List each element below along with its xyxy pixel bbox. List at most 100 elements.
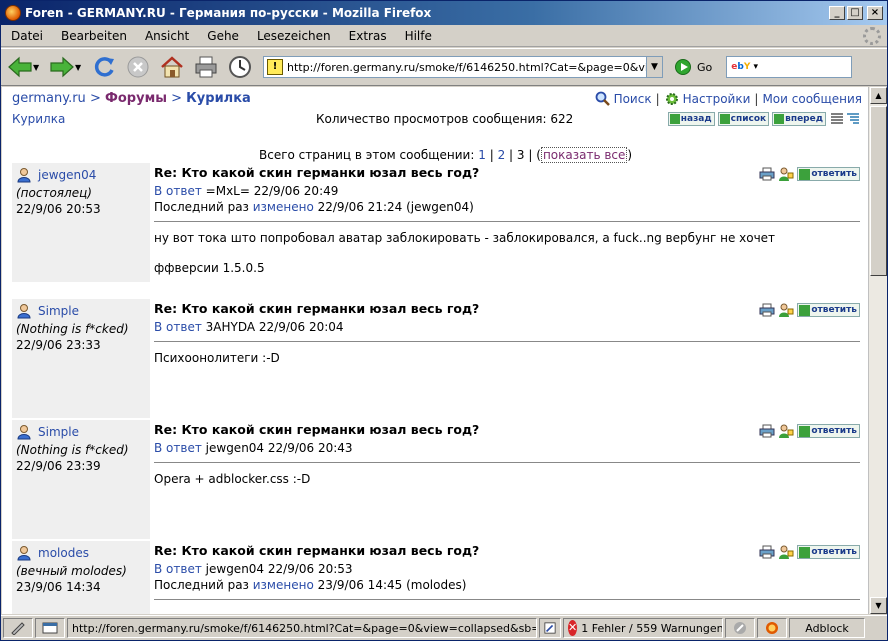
reply-to-link[interactable]: В ответ [154,441,202,455]
firefox-status-icon[interactable] [757,618,787,638]
pager-separator: | [509,148,514,162]
forward-dropdown-icon[interactable]: ▼ [75,63,85,72]
menu-extras[interactable]: Extras [339,29,395,43]
post: Simple (Nothing is f*cked) 22/9/06 23:33… [12,299,860,419]
breadcrumb: germany.ru > Форумы > Курилка [12,91,251,106]
go-arrow-icon [675,59,691,75]
my-messages-link[interactable]: Мои сообщения [762,92,862,106]
top-links-separator: | [754,92,759,106]
reply-to-link[interactable]: В ответ [154,562,202,576]
pager-separator: | [489,148,494,162]
vertical-scrollbar[interactable]: ▲ ▼ [868,87,887,614]
reply-button[interactable]: ответить [797,545,860,559]
menu-datei[interactable]: Datei [1,29,51,43]
breadcrumb-forums-link[interactable]: Форумы [105,91,167,106]
user-icon [17,168,31,183]
go-button[interactable]: Go [675,59,712,75]
print-post-icon[interactable] [759,167,775,181]
close-button[interactable]: × [867,6,883,20]
post: Simple (Nothing is f*cked) 22/9/06 23:39… [12,420,860,540]
edited-link[interactable]: изменено [253,200,314,214]
post-divider [154,221,860,222]
menu-hilfe[interactable]: Hilfe [395,29,440,43]
post-author-link[interactable]: Simple [38,425,79,439]
stop-button[interactable] [123,52,153,82]
adblock-status[interactable]: Adblock [789,618,865,638]
reply-to-link[interactable]: В ответ [154,320,202,334]
scroll-thumb[interactable] [870,106,887,276]
send-to-friend-icon[interactable] [778,303,794,317]
minimize-button[interactable]: _ [829,6,845,20]
breadcrumb-board-link[interactable]: Курилка [186,91,251,106]
menu-gehe[interactable]: Gehe [197,29,247,43]
user-icon [17,425,31,440]
post-main: Re: Кто какой скин германки юзал весь го… [154,165,860,291]
url-dropdown-icon[interactable]: ▼ [646,57,662,77]
settings-link[interactable]: Настройки [683,92,751,106]
send-to-friend-icon[interactable] [778,545,794,559]
back-dropdown-icon[interactable]: ▼ [33,63,43,72]
edit-icon[interactable] [539,618,561,638]
reply-label: ответить [811,305,857,315]
reply-label: ответить [811,547,857,557]
maximize-button[interactable]: □ [847,6,863,20]
breadcrumb-separator: > [89,91,101,106]
reload-button[interactable] [89,52,119,82]
print-post-icon[interactable] [759,545,775,559]
back-button[interactable] [5,52,35,82]
breadcrumb-site-link[interactable]: germany.ru [12,91,86,106]
reply-to-info: jewgen04 22/9/06 20:43 [205,441,353,455]
url-input[interactable]: http://foren.germany.ru/smoke/f/6146250.… [287,61,646,74]
menu-bearbeiten[interactable]: Bearbeiten [51,29,135,43]
back-thread-button[interactable]: назад [667,112,715,126]
reply-to-info: =MxL= 22/9/06 20:49 [205,184,339,198]
arrow-up-icon [719,114,730,124]
list-button[interactable]: список [717,112,770,126]
menu-lesezeichen[interactable]: Lesezeichen [247,29,339,43]
navigation-toolbar: ▼ ▼ ! http://foren.germany.ru/smoke/f/61… [1,48,887,86]
reply-button[interactable]: ответить [797,167,860,181]
post-reply-to: В ответ 3AHYDA 22/9/06 20:04 [154,320,860,334]
reply-button[interactable]: ответить [797,303,860,317]
view-count: Количество просмотров сообщения: 622 [316,112,574,126]
edited-prefix: Последний раз [154,578,249,592]
url-bar[interactable]: ! http://foren.germany.ru/smoke/f/614625… [263,56,663,78]
post-author-link[interactable]: Simple [38,304,79,318]
search-input[interactable]: ebY ▾ [726,56,853,78]
scroll-up-icon[interactable]: ▲ [870,87,887,104]
board-link[interactable]: Курилка [12,112,65,126]
printer-icon [195,56,217,78]
page-1-link[interactable]: 1 [478,148,486,162]
forward-thread-button[interactable]: вперед [772,112,826,126]
post-body: ну вот тока што попробовал аватар заблок… [154,231,860,275]
show-all-link[interactable]: показать все [540,147,628,163]
reply-button[interactable]: ответить [797,424,860,438]
print-post-icon[interactable] [759,303,775,317]
arrow-left-icon [669,114,680,124]
forward-button[interactable] [47,52,77,82]
ebay-logo-icon[interactable]: ebY ▾ [731,62,758,72]
search-link[interactable]: Поиск [614,92,652,106]
post-author-panel: jewgen04 (постоялец) 22/9/06 20:53 [12,163,150,282]
threaded-view-icon [847,113,859,124]
post-author-link[interactable]: jewgen04 [38,168,96,182]
edited-link[interactable]: изменено [253,578,314,592]
page-2-link[interactable]: 2 [498,148,506,162]
post-body-line: ффверсии 1.5.0.5 [154,261,265,275]
home-button[interactable] [157,52,187,82]
menu-ansicht[interactable]: Ansicht [135,29,197,43]
send-to-friend-icon[interactable] [778,424,794,438]
reply-label: ответить [811,426,857,436]
send-to-friend-icon[interactable] [778,167,794,181]
history-button[interactable] [225,52,255,82]
status-tool-icon[interactable] [3,618,33,638]
print-post-icon[interactable] [759,424,775,438]
throbber-icon [863,27,881,45]
status-window-icon[interactable] [35,618,65,638]
scroll-down-icon[interactable]: ▼ [870,597,887,614]
print-button[interactable] [191,52,221,82]
post-author-link[interactable]: molodes [38,546,89,560]
reply-to-link[interactable]: В ответ [154,184,202,198]
block-icon[interactable] [725,618,755,638]
error-console-status[interactable]: ✕ 1 Fehler / 559 Warnungen [563,618,723,638]
